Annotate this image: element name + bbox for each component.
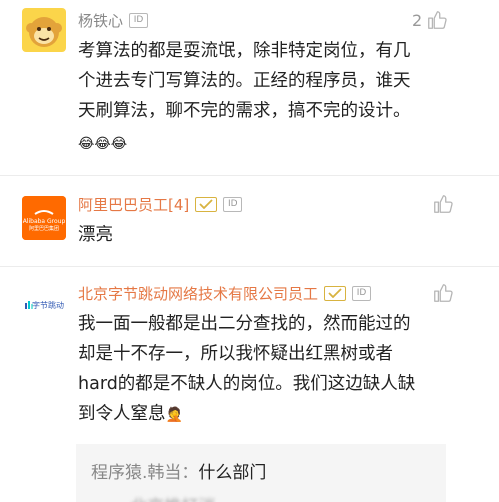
replies-box[interactable]: 程序猿.韩当：什么部门 …… 北京推打消 — [76, 444, 446, 502]
alibaba-logo-icon: Alibaba Group 阿里巴巴集团 — [22, 196, 66, 240]
username[interactable]: 阿里巴巴员工[4] — [78, 194, 189, 215]
id-badge: ID — [129, 12, 149, 28]
comment-1: 杨铁心 ID 2 考算法的都是耍流氓，除非特定岗位，有几 个进去专门写算法的。正… — [0, 0, 499, 166]
username[interactable]: 杨铁心 — [78, 10, 123, 31]
reply-item-cut-off[interactable]: …… 北京推打消 — [91, 492, 215, 502]
text-line: 个进去专门写算法的。正经的程序员，谁天 — [78, 71, 411, 91]
monkey-avatar-icon — [22, 8, 66, 52]
username[interactable]: 北京字节跳动网络技术有限公司员工 — [78, 283, 318, 304]
like-button[interactable] — [432, 193, 454, 215]
text-line: 却是十不存一，所以我怀疑出红黑树或者 — [78, 344, 393, 364]
text-line-with-emoji: 到令人窒息🤦 — [78, 399, 488, 430]
id-badge: ID — [352, 285, 372, 301]
thumbs-up-icon — [428, 11, 447, 29]
reply-item[interactable]: 程序猿.韩当：什么部门 — [91, 458, 266, 483]
like-button[interactable] — [432, 282, 454, 304]
text-line: 天刷算法，聊不完的需求，搞不完的设计。 — [78, 101, 411, 121]
svg-text:阿里巴巴集团: 阿里巴巴集团 — [29, 225, 59, 232]
reply-username[interactable]: 程序猿.韩当： — [91, 463, 198, 483]
comment-text: 漂亮 — [78, 220, 488, 250]
avatar[interactable]: Alibaba Group 阿里巴巴集团 — [22, 196, 66, 240]
like-button[interactable]: 2 — [412, 9, 448, 31]
verified-badge-icon — [195, 196, 218, 212]
avatar[interactable]: 字节跳动 — [22, 283, 66, 327]
id-badge: ID — [223, 196, 243, 212]
text-line: 考算法的都是耍流氓，除非特定岗位，有几 — [78, 41, 411, 61]
bytedance-logo-icon: 字节跳动 — [22, 283, 66, 327]
text-line: hard的都是不缺人的岗位。我们这边缺人缺 — [78, 374, 416, 394]
comment-2: Alibaba Group 阿里巴巴集团 阿里巴巴员工[4] ID 漂亮 — [0, 176, 499, 262]
avatar[interactable] — [22, 8, 66, 52]
comment-text: 考算法的都是耍流氓，除非特定岗位，有几 个进去专门写算法的。正经的程序员，谁天 … — [78, 36, 488, 156]
emoji: 😂😂😂 — [78, 136, 128, 152]
thumbs-up-icon — [434, 195, 453, 213]
username-row: 杨铁心 ID — [78, 9, 149, 31]
username-row: 阿里巴巴员工[4] ID — [78, 193, 243, 215]
thumbs-up-icon — [434, 284, 453, 302]
comment-text: 我一面一般都是出二分查找的，然而能过的 却是十不存一，所以我怀疑出红黑树或者 h… — [78, 309, 488, 430]
reply-text: 什么部门 — [198, 463, 267, 483]
svg-text:Alibaba Group: Alibaba Group — [23, 218, 66, 225]
emoji: 🤦 — [165, 407, 183, 423]
text-line: 漂亮 — [78, 225, 113, 245]
svg-text:字节跳动: 字节跳动 — [32, 300, 64, 310]
comment-3: 字节跳动 北京字节跳动网络技术有限公司员工 ID 我一面一般都是出二分查找的，然… — [0, 267, 499, 502]
verified-badge-icon — [324, 285, 347, 301]
text-line: 我一面一般都是出二分查找的，然而能过的 — [78, 314, 411, 334]
text-line: 到令人窒息 — [78, 404, 166, 424]
username-row: 北京字节跳动网络技术有限公司员工 ID — [78, 282, 372, 304]
like-count: 2 — [412, 10, 423, 30]
